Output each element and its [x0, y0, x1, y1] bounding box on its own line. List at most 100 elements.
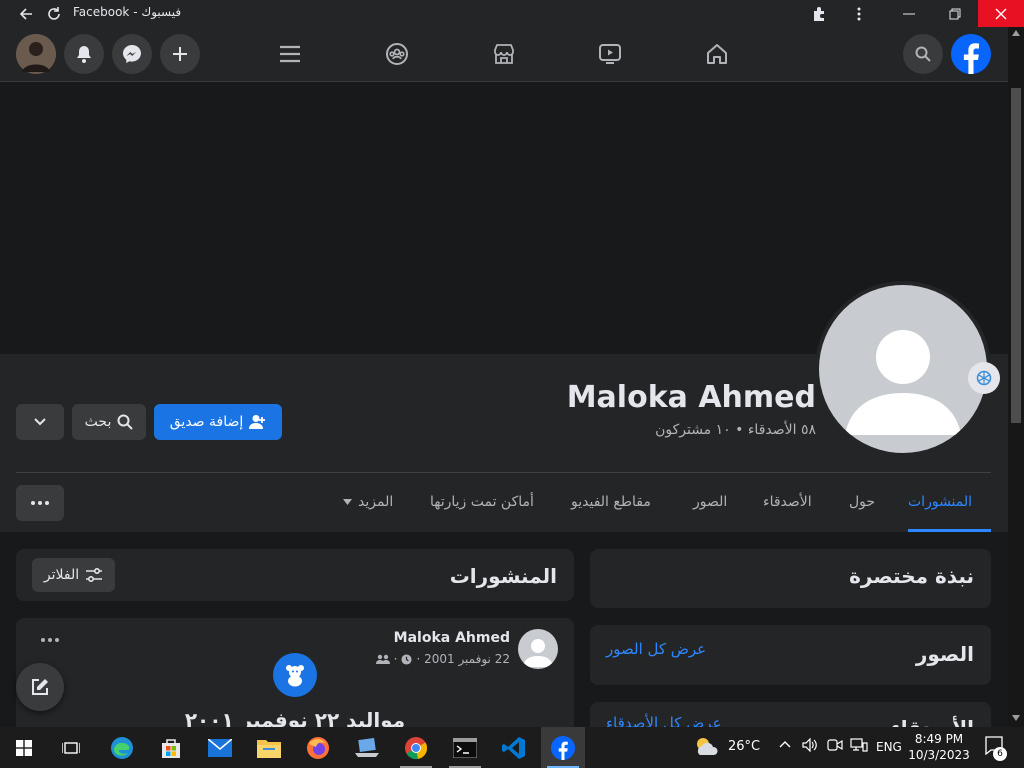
new-message-button[interactable]	[16, 663, 64, 711]
filters-button[interactable]: الفلاتر	[32, 558, 115, 592]
speaker-icon	[802, 738, 817, 752]
account-avatar-button[interactable]	[16, 34, 56, 74]
post-options-button[interactable]	[41, 638, 59, 642]
facebook-logo[interactable]	[951, 34, 991, 74]
messenger-icon	[123, 45, 141, 63]
menu-tab[interactable]	[270, 34, 310, 74]
taskbar-file-explorer[interactable]	[247, 727, 291, 768]
windows-logo-icon	[16, 739, 32, 756]
notification-count-badge: 6	[993, 747, 1007, 761]
partly-cloudy-icon	[697, 738, 718, 755]
taskbar-store[interactable]	[149, 727, 193, 768]
reload-icon[interactable]	[40, 0, 68, 27]
minimize-icon[interactable]	[895, 0, 923, 27]
watch-tab[interactable]	[590, 34, 630, 74]
network-button[interactable]	[850, 738, 868, 752]
taskbar-app-laptop[interactable]	[345, 727, 389, 768]
chatgpt-extension-button[interactable]	[968, 362, 1000, 394]
vscode-icon	[502, 736, 525, 759]
scroll-up-arrow-icon	[1012, 30, 1020, 36]
profile-more-button[interactable]	[16, 485, 64, 521]
tab-friends[interactable]: الأصدقاء	[763, 494, 812, 510]
default-avatar-icon	[845, 330, 961, 435]
post-author-avatar[interactable]	[518, 629, 558, 669]
taskbar-firefox[interactable]	[296, 727, 340, 768]
post-author-name[interactable]: Maloka Ahmed	[394, 630, 510, 646]
tab-videos[interactable]: مقاطع الفيديو	[571, 494, 651, 510]
groups-tab[interactable]	[377, 34, 417, 74]
close-window-button[interactable]	[978, 0, 1024, 27]
intro-title: نبذة مختصرة	[849, 564, 974, 588]
marketplace-store-icon	[494, 44, 514, 64]
compose-icon	[32, 679, 48, 695]
taskbar-vscode[interactable]	[492, 727, 536, 768]
notifications-button[interactable]	[64, 34, 104, 74]
home-tab[interactable]	[697, 34, 737, 74]
intro-card: نبذة مختصرة	[590, 549, 991, 608]
more-options-dropdown[interactable]	[16, 404, 64, 440]
tab-more[interactable]: المزيد	[343, 494, 393, 510]
more-dots-icon	[41, 638, 59, 642]
clock[interactable]: 8:49 PM 10/3/2023	[904, 731, 974, 763]
task-view-button[interactable]	[49, 727, 93, 768]
taskbar-mail[interactable]	[198, 727, 242, 768]
restore-icon[interactable]	[941, 0, 969, 27]
profile-name: Maloka Ahmed	[566, 380, 816, 415]
browser-menu-dots-icon[interactable]	[845, 0, 873, 27]
see-all-photos-link[interactable]: عرض كل الصور	[606, 640, 706, 658]
extensions-puzzle-icon[interactable]	[805, 0, 833, 27]
language-indicator[interactable]: ENG	[876, 740, 902, 754]
microsoft-store-icon	[162, 738, 180, 758]
caret-down-icon	[343, 499, 352, 505]
start-button[interactable]	[2, 727, 46, 768]
profile-avatar[interactable]	[819, 285, 987, 453]
more-dots-icon	[31, 501, 49, 505]
post-card: Maloka Ahmed · 22 نوفمبر 2001 · مواليد ٢…	[16, 618, 574, 742]
search-button[interactable]	[903, 34, 943, 74]
taskbar-chrome[interactable]	[394, 727, 438, 768]
facebook-app-icon	[551, 735, 575, 760]
search-label: بحث	[84, 414, 112, 430]
profile-search-button[interactable]: بحث	[72, 404, 146, 440]
header-divider	[16, 472, 991, 473]
browser-title-bar: Facebook - فيسبوك	[0, 0, 1024, 27]
terminal-icon	[453, 737, 477, 758]
chrome-icon	[405, 736, 428, 759]
meet-now-button[interactable]	[827, 738, 843, 752]
plus-icon	[173, 47, 187, 61]
add-friend-button[interactable]: إضافة صديق	[154, 404, 282, 440]
action-center-button[interactable]: 6	[984, 735, 1007, 761]
groups-icon	[386, 43, 408, 65]
show-hidden-icons[interactable]	[779, 740, 791, 748]
photos-title: الصور	[915, 642, 974, 666]
life-event-badge	[273, 653, 317, 697]
back-arrow-icon[interactable]	[12, 0, 40, 27]
friends-count[interactable]: ٥٨ الأصدقاء • ١٠ مشتركون	[655, 422, 816, 438]
chevron-down-icon	[34, 418, 46, 426]
tab-photos[interactable]: الصور	[693, 494, 727, 510]
filters-label: الفلاتر	[43, 567, 80, 583]
search-icon	[117, 414, 134, 430]
post-date[interactable]: 22 نوفمبر 2001 ·	[416, 652, 510, 666]
search-icon	[915, 46, 931, 62]
mail-icon	[208, 738, 232, 757]
messenger-button[interactable]	[112, 34, 152, 74]
scrollbar-thumb[interactable]	[1011, 88, 1021, 423]
tab-posts[interactable]: المنشورات	[908, 494, 972, 510]
taskbar-facebook-active[interactable]	[541, 727, 585, 768]
tab-about[interactable]: حول	[849, 494, 875, 510]
temperature: 26°C	[728, 738, 761, 754]
marketplace-tab[interactable]	[484, 34, 524, 74]
close-icon	[995, 8, 1007, 19]
create-button[interactable]	[160, 34, 200, 74]
taskbar-edge[interactable]	[100, 727, 144, 768]
teddy-bear-icon	[286, 665, 304, 687]
weather-widget[interactable]: 26°C	[692, 735, 760, 757]
video-play-icon	[599, 44, 621, 64]
tab-places[interactable]: أماكن تمت زيارتها	[430, 494, 534, 510]
clock-icon	[401, 653, 412, 665]
volume-button[interactable]	[802, 738, 818, 752]
tab-more-label: المزيد	[358, 494, 394, 510]
taskbar-terminal[interactable]	[443, 727, 487, 768]
add-person-icon	[249, 415, 266, 429]
